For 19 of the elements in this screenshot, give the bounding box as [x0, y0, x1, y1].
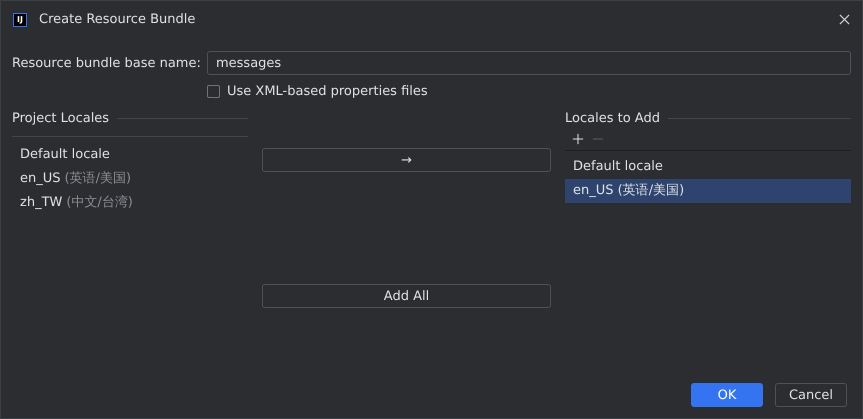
- locale-item[interactable]: Default locale: [565, 155, 851, 179]
- close-icon[interactable]: [839, 14, 850, 25]
- checkbox-label: Use XML-based properties files: [227, 84, 428, 99]
- section-title: Locales to Add: [565, 110, 660, 126]
- checkbox[interactable]: [207, 85, 220, 98]
- ok-button[interactable]: OK: [691, 383, 763, 407]
- section-title: Project Locales: [12, 110, 110, 126]
- field-label: Resource bundle base name:: [12, 56, 202, 70]
- locale-item[interactable]: en_US (英语/美国): [12, 167, 248, 191]
- app-logo: IJ: [13, 12, 27, 26]
- add-all-button[interactable]: Add All: [262, 284, 551, 308]
- cancel-button[interactable]: Cancel: [775, 383, 847, 407]
- base-name-field[interactable]: messages: [207, 51, 851, 75]
- locale-item[interactable]: en_US (英语/美国): [565, 179, 851, 203]
- add-icon[interactable]: [572, 133, 584, 145]
- window-title: Create Resource Bundle: [39, 12, 196, 27]
- locale-item[interactable]: Default locale: [12, 143, 248, 167]
- locale-item[interactable]: zh_TW (中文/台湾): [12, 191, 248, 215]
- move-button[interactable]: →: [262, 148, 551, 172]
